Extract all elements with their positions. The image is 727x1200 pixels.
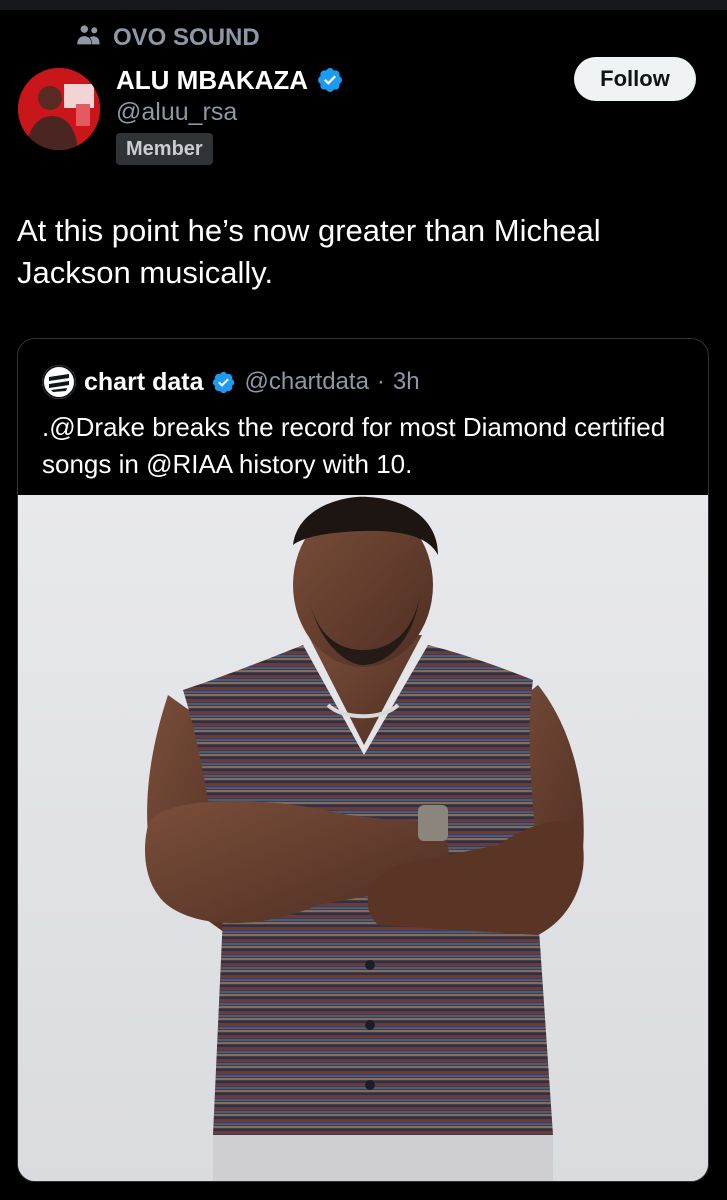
quoted-timestamp: 3h [392, 368, 420, 395]
quoted-post-image[interactable] [18, 495, 708, 1181]
quoted-separator: · [376, 368, 385, 395]
member-badge: Member [116, 133, 213, 165]
community-icon [75, 21, 103, 56]
quoted-post-text: .@Drake breaks the record for most Diamo… [42, 412, 666, 479]
author-handle[interactable]: @aluu_rsa [116, 98, 237, 127]
quoted-avatar [42, 365, 76, 399]
verified-badge-icon [316, 66, 344, 94]
quoted-author-name: chart data [84, 367, 204, 396]
follow-button[interactable]: Follow [574, 57, 696, 101]
quoted-verified-badge-icon [211, 370, 236, 395]
quoted-post-card[interactable]: chart data @chartdata · 3h .@Drake break… [17, 338, 709, 1182]
author-display-name[interactable]: ALU MBAKAZA [116, 65, 308, 96]
quoted-author-handle: @chartdata [244, 368, 369, 395]
community-name: OVO SOUND [113, 24, 260, 51]
community-label[interactable]: OVO SOUND [75, 22, 260, 54]
top-divider [0, 0, 727, 10]
avatar[interactable] [18, 68, 100, 150]
post-text: At this point he’s now greater than Mich… [17, 213, 601, 290]
